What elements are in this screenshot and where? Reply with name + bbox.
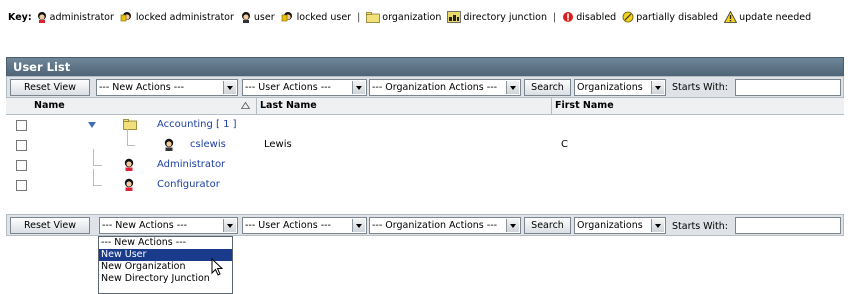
scope-select[interactable]: Organizations — [574, 217, 666, 234]
organization-folder-icon — [123, 119, 137, 130]
chevron-down-icon — [223, 81, 236, 94]
user-actions-select[interactable]: --- User Actions --- — [242, 79, 367, 96]
toolbar-top: Reset View --- New Actions --- --- User … — [6, 76, 844, 98]
partially-disabled-icon — [622, 11, 634, 23]
toolbar-bottom: Reset View --- New Actions --- --- User … — [6, 214, 844, 236]
chevron-down-icon — [651, 219, 664, 232]
user-icon — [241, 12, 250, 23]
table-row: Configurator — [6, 169, 844, 195]
column-name[interactable]: Name — [34, 100, 65, 111]
sort-ascending-icon[interactable] — [241, 102, 250, 109]
dropdown-option[interactable]: --- New Actions --- — [99, 237, 232, 249]
row-checkbox[interactable] — [16, 160, 27, 171]
user-actions-select[interactable]: --- User Actions --- — [242, 217, 367, 234]
key-item-locked-administrator: locked administrator — [120, 11, 234, 23]
column-last-name[interactable]: Last Name — [260, 100, 317, 111]
chevron-down-icon — [651, 81, 664, 94]
new-actions-select[interactable]: --- New Actions --- — [96, 79, 238, 96]
key-separator: | — [553, 11, 557, 23]
table-row: Administrator — [6, 149, 844, 175]
directory-junction-icon — [447, 11, 462, 23]
table-row: cslewis Lewis C — [6, 129, 844, 155]
chevron-down-icon — [506, 219, 519, 232]
expand-triangle-icon[interactable] — [88, 122, 96, 128]
user-link[interactable]: cslewis — [190, 139, 226, 150]
key-label: Key: — [8, 11, 32, 23]
mouse-pointer-icon — [211, 258, 223, 276]
first-name-cell: C — [561, 139, 568, 150]
key-item-administrator: administrator — [36, 11, 114, 23]
tree-connector — [93, 165, 102, 166]
key-item-disabled: disabled — [562, 11, 616, 23]
organization-folder-icon — [366, 11, 381, 23]
column-divider — [256, 98, 257, 114]
administrator-icon — [37, 12, 46, 23]
organization-actions-select[interactable]: --- Organization Actions --- — [369, 79, 521, 96]
table-row: Accounting [ 1 ] — [6, 115, 844, 135]
chevron-down-icon — [352, 219, 365, 232]
locked-administrator-icon — [120, 12, 131, 22]
chevron-down-icon — [506, 81, 519, 94]
column-divider — [551, 98, 552, 114]
tree-connector — [93, 149, 94, 165]
key-item-partially-disabled: partially disabled — [622, 11, 718, 23]
user-icon — [164, 138, 174, 151]
key-separator: | — [357, 11, 361, 23]
starts-with-label: Starts With: — [672, 82, 728, 93]
tree-connector — [127, 129, 128, 145]
key-item-update-needed: update needed — [724, 11, 811, 23]
locked-user-icon — [281, 12, 292, 22]
user-link[interactable]: Configurator — [157, 179, 220, 190]
panel-title: User List — [6, 57, 844, 77]
last-name-cell: Lewis — [264, 139, 292, 150]
tree-connector — [127, 145, 135, 146]
key-item-directory-junction: directory junction — [447, 11, 547, 23]
key-item-user: user — [240, 11, 275, 23]
starts-with-input[interactable] — [735, 79, 841, 96]
organization-actions-select[interactable]: --- Organization Actions --- — [369, 217, 521, 234]
row-checkbox[interactable] — [16, 140, 27, 151]
tree-connector — [93, 169, 94, 185]
reset-view-button[interactable]: Reset View — [10, 217, 90, 234]
starts-with-label: Starts With: — [672, 221, 728, 232]
reset-view-button[interactable]: Reset View — [10, 79, 90, 96]
key-item-locked-user: locked user — [281, 11, 351, 23]
row-checkbox[interactable] — [16, 120, 27, 131]
column-first-name[interactable]: First Name — [555, 100, 614, 111]
tree-connector — [93, 185, 102, 186]
search-button[interactable]: Search — [524, 79, 571, 96]
organization-link[interactable]: Accounting [ 1 ] — [157, 119, 237, 130]
user-link[interactable]: Administrator — [157, 159, 225, 170]
chevron-down-icon — [223, 219, 236, 232]
disabled-icon — [563, 12, 574, 22]
icon-key-legend: Key: administrator locked administrator … — [8, 10, 817, 24]
starts-with-input[interactable] — [735, 217, 841, 234]
row-checkbox[interactable] — [16, 180, 27, 191]
key-item-organization: organization — [366, 12, 441, 23]
user-list-panel: User List Reset View --- New Actions ---… — [6, 57, 844, 237]
administrator-icon — [124, 158, 134, 171]
new-actions-select[interactable]: --- New Actions --- — [99, 217, 238, 234]
update-needed-icon — [724, 11, 738, 23]
table-header: Name Last Name First Name — [6, 98, 844, 115]
chevron-down-icon — [352, 81, 365, 94]
administrator-icon — [124, 178, 134, 191]
search-button[interactable]: Search — [524, 217, 571, 234]
scope-select[interactable]: Organizations — [574, 79, 666, 96]
